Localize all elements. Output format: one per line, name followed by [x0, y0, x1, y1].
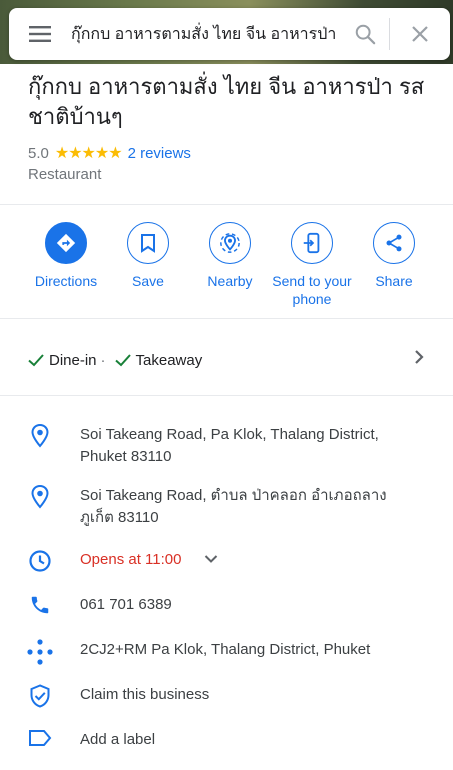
- send-to-phone-label: Send to your phone: [272, 273, 352, 307]
- add-label-row[interactable]: Add a label: [0, 729, 453, 751]
- hours-text: Opens at 11:00: [80, 549, 181, 571]
- directions-button[interactable]: Directions: [25, 222, 107, 308]
- search-input[interactable]: กุ๊กกบ อาหารตามสั่ง ไทย จีน อาหารป่า: [71, 22, 341, 47]
- check-icon: [25, 349, 47, 371]
- hours-row[interactable]: Opens at 11:00: [0, 549, 453, 573]
- nearby-label: Nearby: [207, 273, 253, 289]
- send-to-phone-button[interactable]: Send to your phone: [271, 222, 353, 308]
- nearby-icon: [220, 233, 240, 253]
- takeaway-label: Takeaway: [135, 351, 203, 369]
- claim-business-text: Claim this business: [80, 686, 210, 703]
- location-pin-icon: [0, 424, 80, 448]
- menu-button[interactable]: [9, 8, 71, 60]
- service-options-row[interactable]: Dine-in · Takeaway: [0, 340, 453, 380]
- divider: [0, 395, 453, 396]
- search-button[interactable]: [341, 8, 389, 60]
- open-status: Opens at 11:00: [80, 551, 182, 568]
- rating-row: 5.0 ★★★★★ 2 reviews: [28, 143, 191, 163]
- action-bar: Directions Save Nearby Send to your phon…: [0, 222, 453, 308]
- takeaway-option: Takeaway: [112, 349, 203, 371]
- chevron-down-icon[interactable]: [203, 551, 219, 572]
- address-row[interactable]: Soi Takeang Road, Pa Klok, Thalang Distr…: [0, 424, 453, 468]
- location-pin-icon: [0, 485, 80, 509]
- share-button[interactable]: Share: [353, 222, 435, 308]
- address-text: Soi Takeang Road, Pa Klok, Thalang Distr…: [80, 426, 379, 465]
- close-button[interactable]: [390, 8, 450, 60]
- phone-text: 061 701 6389: [80, 596, 172, 613]
- save-button[interactable]: Save: [107, 222, 189, 308]
- reviews-link[interactable]: 2 reviews: [128, 145, 191, 162]
- divider: [0, 204, 453, 205]
- star-rating-icon: ★★★★★: [54, 145, 123, 162]
- rating-value: 5.0: [28, 144, 49, 162]
- clock-icon: [0, 549, 80, 573]
- address-local-text: Soi Takeang Road, ตำบล ป่าคลอก อำเภอถลาง…: [80, 487, 387, 526]
- check-icon: [112, 349, 134, 371]
- plus-code-text: 2CJ2+RM Pa Klok, Thalang District, Phuke…: [80, 641, 371, 658]
- verified-shield-icon: [0, 684, 80, 708]
- send-to-phone-icon: [303, 232, 320, 254]
- add-label-text: Add a label: [80, 731, 156, 748]
- close-icon: [412, 26, 428, 42]
- directions-label: Directions: [34, 273, 98, 289]
- plus-code-row[interactable]: 2CJ2+RM Pa Klok, Thalang District, Phuke…: [0, 639, 453, 665]
- label-icon: [0, 729, 80, 747]
- search-bar: กุ๊กกบ อาหารตามสั่ง ไทย จีน อาหารป่า: [9, 8, 450, 60]
- phone-icon: [0, 594, 80, 616]
- bookmark-icon: [141, 234, 155, 253]
- hamburger-menu-icon: [29, 26, 51, 42]
- claim-business-row[interactable]: Claim this business: [0, 684, 453, 708]
- option-separator: ·: [100, 351, 106, 369]
- dine-in-label: Dine-in: [49, 351, 97, 369]
- phone-row[interactable]: 061 701 6389: [0, 594, 453, 616]
- place-title: กุ๊กกบ อาหารตามสั่ง ไทย จีน อาหารป่า รส …: [28, 74, 425, 129]
- share-icon: [386, 234, 402, 252]
- nearby-button[interactable]: Nearby: [189, 222, 271, 308]
- plus-code-icon: [0, 639, 80, 665]
- chevron-right-icon[interactable]: [413, 348, 425, 370]
- save-label: Save: [132, 273, 164, 289]
- share-label: Share: [375, 273, 413, 289]
- divider: [0, 318, 453, 319]
- place-category: Restaurant: [28, 166, 102, 183]
- search-icon: [355, 24, 376, 45]
- directions-icon: [56, 233, 76, 253]
- dine-in-option: Dine-in ·: [25, 349, 112, 371]
- address-local-row[interactable]: Soi Takeang Road, ตำบล ป่าคลอก อำเภอถลาง…: [0, 485, 453, 529]
